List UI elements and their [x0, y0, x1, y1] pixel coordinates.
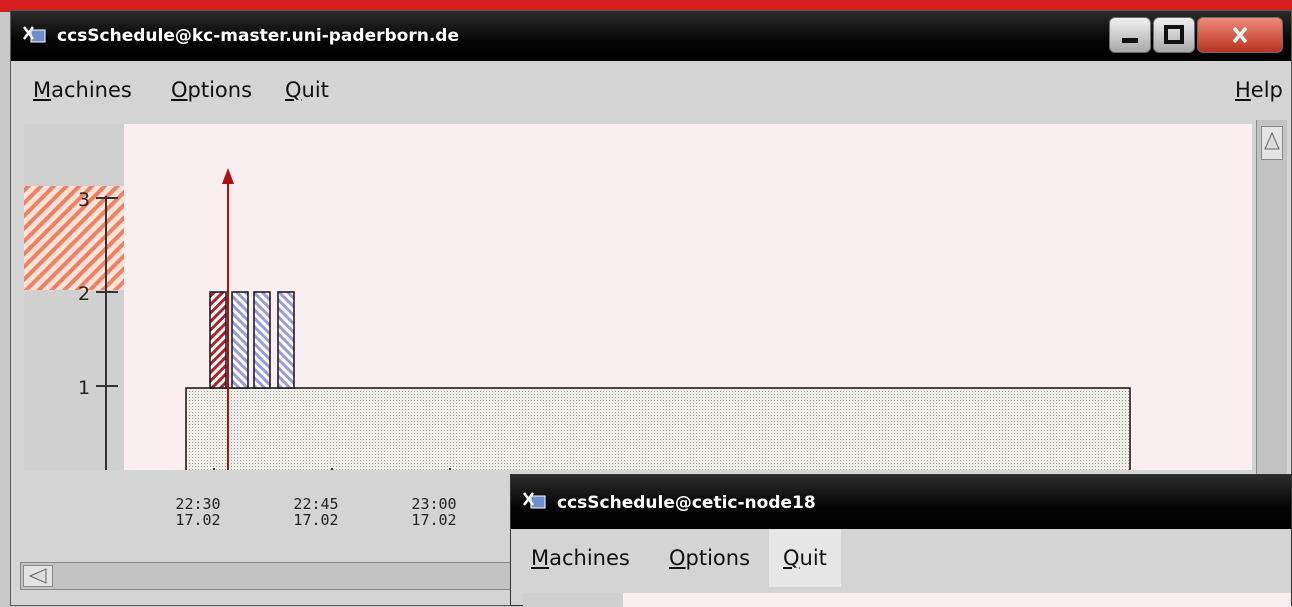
- running-job-bar[interactable]: [209, 291, 227, 389]
- x-tick-label-2230: 22:30 17.02: [175, 495, 221, 529]
- axis-panel: [24, 124, 124, 470]
- reserved-capacity-band: [24, 186, 124, 290]
- app-icon: [23, 26, 46, 43]
- queued-job-bar[interactable]: [253, 291, 271, 389]
- popup-window-title: ccsSchedule@cetic-node18: [557, 493, 816, 513]
- x-tick-label-2300: 23:00 17.02: [411, 495, 457, 529]
- scroll-up-button[interactable]: [1261, 126, 1283, 160]
- maximize-button[interactable]: [1153, 17, 1195, 53]
- y-tick-label-1: 1: [78, 377, 90, 399]
- popup-menu-options[interactable]: Options: [655, 529, 764, 587]
- queued-job-bar[interactable]: [277, 291, 295, 389]
- schedule-chart: 0 1 2 3: [24, 124, 1252, 470]
- popup-menu-quit[interactable]: Quit: [769, 529, 841, 587]
- triangle-left-icon: [28, 568, 47, 584]
- menu-quit[interactable]: Quit: [271, 61, 343, 119]
- triangle-up-icon: [1264, 131, 1280, 150]
- close-icon: [1232, 26, 1248, 44]
- y-tick-label-2: 2: [78, 283, 90, 305]
- x-tick-label-2245: 22:45 17.02: [293, 495, 339, 529]
- minimize-icon: [1122, 38, 1138, 43]
- popup-axis-panel: [523, 593, 623, 607]
- main-menu-bar: Machines Options Quit Help: [11, 61, 1291, 119]
- menu-help[interactable]: Help: [1221, 61, 1292, 119]
- popup-window: ccsSchedule@cetic-node18 Machines Option…: [510, 474, 1292, 607]
- main-title-bar[interactable]: ccsSchedule@kc-master.uni-paderborn.de: [11, 11, 1291, 61]
- minimize-button[interactable]: [1109, 17, 1151, 53]
- maximize-icon: [1164, 25, 1184, 44]
- y-tick-label-3: 3: [78, 189, 90, 211]
- popup-menu-bar: Machines Options Quit: [511, 529, 1291, 587]
- scroll-left-button[interactable]: [23, 565, 53, 587]
- base-job-block[interactable]: [185, 387, 1131, 470]
- popup-title-bar[interactable]: ccsSchedule@cetic-node18: [511, 475, 1291, 529]
- close-button[interactable]: [1197, 17, 1283, 53]
- menu-machines[interactable]: Machines: [19, 61, 146, 119]
- vertical-scrollbar[interactable]: [1256, 120, 1287, 520]
- queued-job-bar[interactable]: [231, 291, 249, 389]
- popup-plot-area: [623, 593, 1291, 607]
- main-window-title: ccsSchedule@kc-master.uni-paderborn.de: [57, 26, 459, 46]
- popup-menu-machines[interactable]: Machines: [517, 529, 644, 587]
- menu-options[interactable]: Options: [157, 61, 266, 119]
- app-icon: [523, 492, 546, 509]
